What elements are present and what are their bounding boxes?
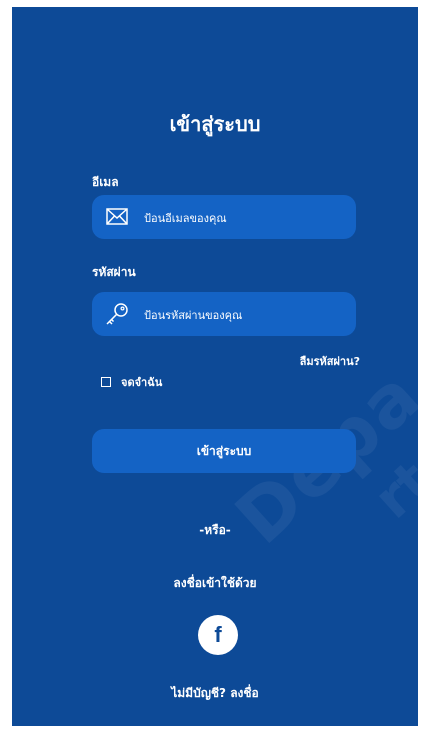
key-icon bbox=[104, 301, 130, 327]
social-login-label: ลงชื่อเข้าใช้ด้วย bbox=[173, 576, 257, 590]
remember-me-checkbox[interactable] bbox=[101, 377, 111, 387]
page-title: เข้าสู่ระบบ bbox=[169, 112, 261, 136]
envelope-icon bbox=[105, 206, 129, 228]
password-label: รหัสผ่าน bbox=[92, 265, 136, 279]
facebook-login-button[interactable]: f bbox=[198, 615, 238, 655]
or-divider: -หรือ- bbox=[199, 523, 231, 537]
password-field[interactable]: ป้อนรหัสผ่านของคุณ bbox=[92, 292, 356, 336]
facebook-icon: f bbox=[214, 622, 222, 647]
signup-link[interactable]: ไม่มีบัญชี? ลงชื่อ bbox=[12, 684, 418, 703]
email-placeholder: ป้อนอีเมลของคุณ bbox=[144, 212, 227, 225]
email-label: อีเมล bbox=[92, 175, 119, 189]
password-placeholder: ป้อนรหัสผ่านของคุณ bbox=[144, 309, 243, 322]
login-button[interactable]: เข้าสู่ระบบ bbox=[92, 429, 356, 473]
remember-me-toggle[interactable]: จดจำฉัน bbox=[101, 374, 162, 390]
remember-me-label: จดจำฉัน bbox=[121, 376, 163, 389]
forgot-password-link[interactable]: ลืมรหัสผ่าน? bbox=[300, 352, 360, 370]
login-panel: Depa rtm เข้าสู่ระบบ อีเมล ป้อนอีเมลของค… bbox=[12, 7, 418, 726]
email-field[interactable]: ป้อนอีเมลของคุณ bbox=[92, 195, 356, 239]
